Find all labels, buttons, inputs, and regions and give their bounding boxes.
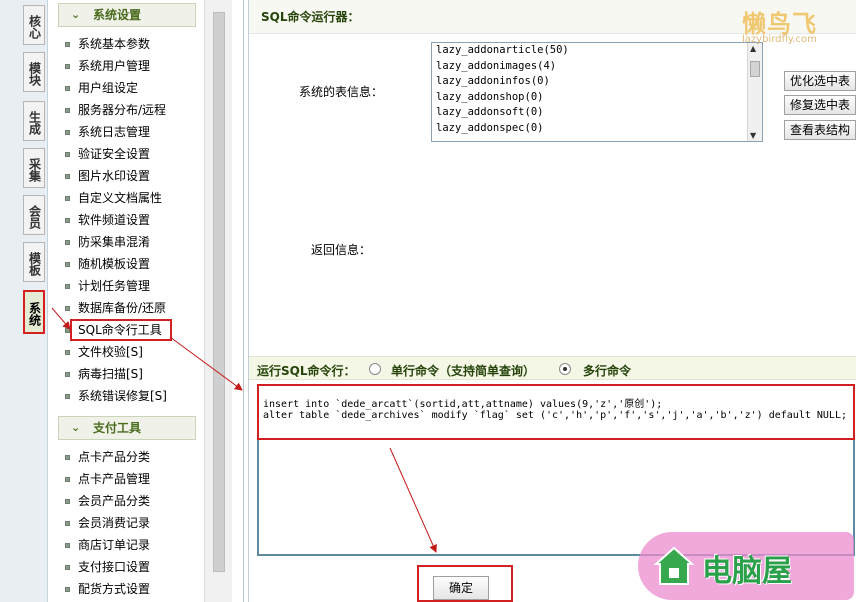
multi-command-label[interactable]: 多行命令 xyxy=(583,362,631,379)
tab-system[interactable]: 系统 xyxy=(23,290,45,334)
menu-item[interactable]: 防采集串混淆 xyxy=(64,232,150,252)
return-info-label: 返回信息： xyxy=(311,243,372,257)
chevron-down-icon: ⌄ xyxy=(71,421,81,434)
optimize-table-button[interactable]: 优化选中表 xyxy=(784,71,856,91)
tab-members[interactable]: 会员 xyxy=(23,195,45,235)
menu-item[interactable]: 图片水印设置 xyxy=(64,166,150,186)
view-structure-button[interactable]: 查看表结构 xyxy=(784,120,856,140)
menu-item[interactable]: 文件校验[S] xyxy=(64,342,143,362)
menu-item[interactable]: 验证安全设置 xyxy=(64,144,150,164)
menu-item[interactable]: 计划任务管理 xyxy=(64,276,150,296)
menu-item[interactable]: 支付接口设置 xyxy=(64,557,150,577)
menu-item[interactable]: 系统基本参数 xyxy=(64,34,150,54)
menu-item[interactable]: 服务器分布/远程 xyxy=(64,100,166,120)
tab-core[interactable]: 核心 xyxy=(23,5,45,45)
menu-item[interactable]: 点卡产品管理 xyxy=(64,469,150,489)
menu-section-title: 支付工具 xyxy=(93,421,142,435)
bullet-icon xyxy=(65,218,70,223)
bullet-icon xyxy=(65,64,70,69)
menu-scrollbar[interactable] xyxy=(204,0,232,602)
highlight-box xyxy=(257,384,855,440)
menu-item[interactable]: 会员产品分类 xyxy=(64,491,150,511)
bullet-icon xyxy=(65,152,70,157)
bullet-icon xyxy=(65,240,70,245)
bullet-icon xyxy=(65,284,70,289)
menu-item[interactable]: 配货方式设置 xyxy=(64,579,150,599)
menu-item[interactable]: 软件频道设置 xyxy=(64,210,150,230)
bullet-icon xyxy=(65,455,70,460)
menu-item[interactable]: 系统用户管理 xyxy=(64,56,150,76)
bullet-icon xyxy=(65,477,70,482)
list-item[interactable]: lazy_addonarticle(50) xyxy=(432,43,762,59)
chevron-down-icon: ⌄ xyxy=(71,8,81,21)
divider xyxy=(243,0,244,602)
tab-modules[interactable]: 模块 xyxy=(23,52,45,92)
watermark-badge: 电脑屋 xyxy=(638,532,854,600)
confirm-button[interactable]: 确定 xyxy=(433,576,489,600)
list-item[interactable]: lazy_addonshop(0) xyxy=(432,90,762,106)
side-menu: ⌄ 系统设置 系统基本参数 系统用户管理 用户组设定 服务器分布/远程 系统日志… xyxy=(48,0,204,602)
bullet-icon xyxy=(65,130,70,135)
menu-item[interactable]: 系统日志管理 xyxy=(64,122,150,142)
menu-item[interactable]: 数据库备份/还原 xyxy=(64,298,166,318)
bullet-icon xyxy=(65,350,70,355)
tables-label: 系统的表信息： xyxy=(299,85,384,99)
bullet-icon xyxy=(65,262,70,267)
list-item[interactable]: lazy_addoninfos(0) xyxy=(432,74,762,90)
menu-item-sql-tool[interactable]: SQL命令行工具 xyxy=(70,319,172,341)
menu-item[interactable]: 用户组设定 xyxy=(64,78,138,98)
list-item[interactable]: lazy_addonsoft(0) xyxy=(432,105,762,121)
run-sql-bar: 运行SQL命令行： 单行命令（支持简单查询） 多行命令 xyxy=(249,356,856,380)
bullet-icon xyxy=(65,499,70,504)
tab-generate[interactable]: 生成 xyxy=(23,101,45,141)
list-item[interactable]: lazy_addonimages(4) xyxy=(432,59,762,75)
scroll-down-icon[interactable]: ▼ xyxy=(750,131,756,140)
app-root: 核心 模块 生成 采集 会员 模板 系统 ⌄ 系统设置 系统基本参数 系统用户管… xyxy=(0,0,856,602)
watermark-url: lazybirdfly.com xyxy=(742,34,817,45)
house-icon xyxy=(653,546,695,585)
main-panel: SQL命令运行器： 系统的表信息： lazy_addonarticle(50) … xyxy=(248,0,856,602)
menu-item[interactable]: 商店订单记录 xyxy=(64,535,150,555)
bullet-icon xyxy=(65,196,70,201)
bullet-icon xyxy=(65,42,70,47)
bullet-icon xyxy=(65,394,70,399)
single-command-label[interactable]: 单行命令（支持简单查询） xyxy=(391,362,535,379)
table-list-select[interactable]: lazy_addonarticle(50) lazy_addonimages(4… xyxy=(431,42,763,142)
menu-section-system-settings[interactable]: ⌄ 系统设置 xyxy=(58,3,196,27)
menu-item[interactable]: 系统错误修复[S] xyxy=(64,386,167,406)
multi-command-radio[interactable] xyxy=(559,363,571,375)
menu-item[interactable]: 会员消费记录 xyxy=(64,513,150,533)
run-sql-label: 运行SQL命令行： xyxy=(257,364,356,378)
bullet-icon xyxy=(65,86,70,91)
list-item[interactable]: lazy_addonspec(0) xyxy=(432,121,762,137)
scrollbar-thumb[interactable] xyxy=(213,12,225,572)
bullet-icon xyxy=(65,372,70,377)
repair-table-button[interactable]: 修复选中表 xyxy=(784,95,856,115)
list-scrollbar[interactable]: ▲ ▼ xyxy=(747,43,762,141)
scroll-up-icon[interactable]: ▲ xyxy=(750,44,756,53)
bullet-icon xyxy=(65,543,70,548)
single-command-radio[interactable] xyxy=(369,363,381,375)
scrollbar-thumb[interactable] xyxy=(750,61,760,77)
tab-templates[interactable]: 模板 xyxy=(23,242,45,282)
bullet-icon xyxy=(65,108,70,113)
bullet-icon xyxy=(65,521,70,526)
vertical-tab-bar: 核心 模块 生成 采集 会员 模板 系统 xyxy=(0,0,48,602)
menu-section-title: 系统设置 xyxy=(93,8,142,22)
menu-item[interactable]: 病毒扫描[S] xyxy=(64,364,143,384)
tab-collect[interactable]: 采集 xyxy=(23,148,45,188)
watermark-text: 电脑屋 xyxy=(702,554,792,589)
menu-section-payment-tools[interactable]: ⌄ 支付工具 xyxy=(58,416,196,440)
bullet-icon xyxy=(65,587,70,592)
bullet-icon xyxy=(65,565,70,570)
bullet-icon xyxy=(65,306,70,311)
menu-item[interactable]: 点卡产品分类 xyxy=(64,447,150,467)
menu-item[interactable]: 自定义文档属性 xyxy=(64,188,162,208)
menu-item[interactable]: 随机模板设置 xyxy=(64,254,150,274)
bullet-icon xyxy=(65,174,70,179)
